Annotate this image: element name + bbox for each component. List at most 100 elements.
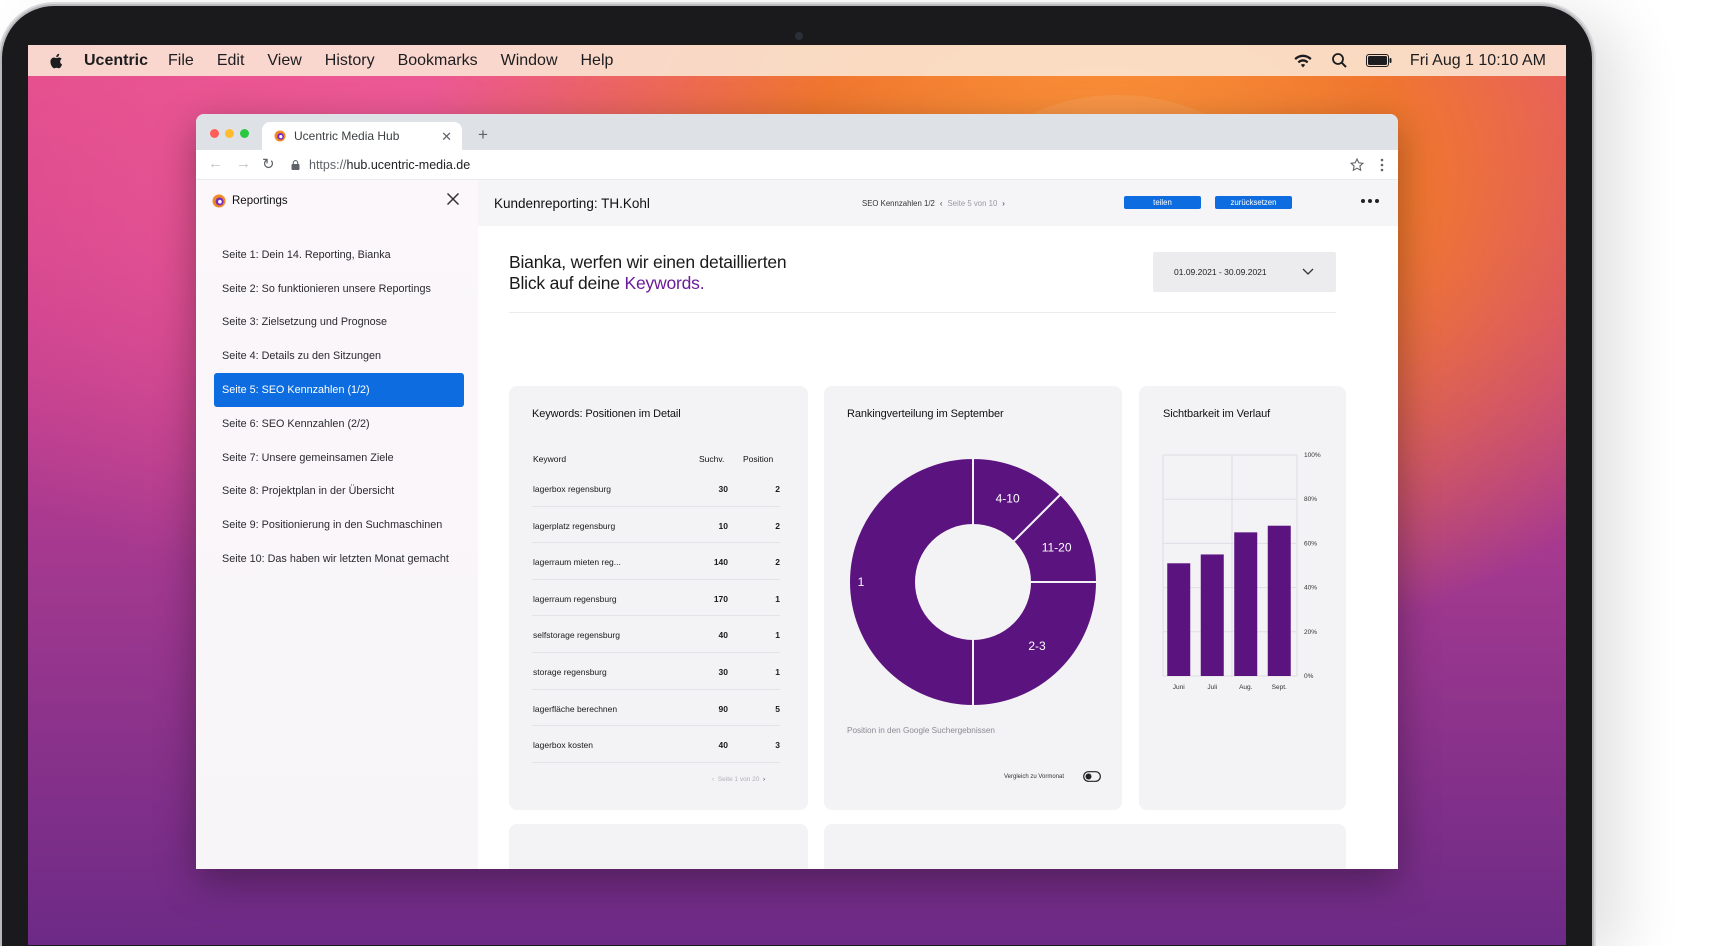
position-cell: 1 <box>775 593 780 604</box>
divider <box>509 312 1336 313</box>
position-cell: 2 <box>775 520 780 531</box>
address-bar[interactable]: https:// hub.ucentric-media.de <box>291 155 470 175</box>
menu-history[interactable]: History <box>325 52 375 70</box>
sidebar-item-8[interactable]: Seite 8: Projektplan in der Übersicht <box>214 475 464 509</box>
next-page-icon[interactable]: › <box>1002 199 1005 208</box>
sidebar: Reportings Seite 1: Dein 14. Reporting, … <box>196 180 478 869</box>
date-range-select[interactable]: 01.09.2021 - 30.09.2021 <box>1153 252 1336 292</box>
sidebar-item-5[interactable]: Seite 5: SEO Kennzahlen (1/2) <box>214 373 464 407</box>
favicon-icon <box>274 130 286 142</box>
sidebar-item-10[interactable]: Seite 10: Das haben wir letzten Monat ge… <box>214 542 464 576</box>
browser-tab[interactable]: Ucentric Media Hub ✕ <box>262 122 462 150</box>
back-icon[interactable]: ← <box>208 155 223 172</box>
menu-help[interactable]: Help <box>581 52 614 70</box>
keyword-cell: lagerfläche berechnen <box>533 703 618 714</box>
sidebar-item-1[interactable]: Seite 1: Dein 14. Reporting, Bianka <box>214 238 464 272</box>
page-navigator: SEO Kennzahlen 1/2 ‹ Seite 5 von 10 › <box>862 199 1005 208</box>
bar-Juni[interactable] <box>1167 563 1191 676</box>
menu-bookmarks[interactable]: Bookmarks <box>398 52 478 70</box>
position-cell: 3 <box>775 740 780 751</box>
donut-label-2: 11-20 <box>1042 540 1072 554</box>
kw-prev-icon[interactable]: ‹ <box>712 776 714 783</box>
keyword-cell: lagerraum regensburg <box>533 593 617 604</box>
keyword-cell: lagerplatz regensburg <box>533 520 616 531</box>
table-row[interactable]: selfstorage regensburg 40 1 <box>532 616 780 653</box>
sidebar-item-9[interactable]: Seite 9: Positionierung in den Suchmasch… <box>214 508 464 542</box>
compare-toggle-label: Vergleich zu Vormonat <box>1004 774 1065 780</box>
share-button[interactable]: teilen <box>1124 196 1201 209</box>
y-tick-label: 20% <box>1304 629 1317 636</box>
window-controls <box>210 129 249 138</box>
volume-cell: 40 <box>718 740 728 751</box>
reset-button[interactable]: zurücksetzen <box>1215 196 1292 209</box>
camera <box>795 32 803 40</box>
sidebar-item-6[interactable]: Seite 6: SEO Kennzahlen (2/2) <box>214 407 464 441</box>
keyword-cell: selfstorage regensburg <box>533 630 620 641</box>
keyword-cell: lagerbox kosten <box>533 740 594 751</box>
menu-file[interactable]: File <box>168 52 194 70</box>
table-row[interactable]: lagerraum mieten reg... 140 2 <box>532 543 780 580</box>
bar-Aug.[interactable] <box>1234 532 1258 676</box>
kw-next-icon[interactable]: › <box>763 776 765 783</box>
menu-app-name[interactable]: Ucentric <box>84 52 148 70</box>
table-row[interactable]: lagerbox regensburg 30 2 <box>532 470 780 507</box>
y-tick-label: 60% <box>1304 540 1317 547</box>
menu-clock[interactable]: Fri Aug 1 10:10 AM <box>1410 52 1546 70</box>
search-icon[interactable] <box>1331 52 1348 69</box>
url-host: hub.ucentric-media.de <box>346 158 471 172</box>
page-info: Seite 5 von 10 <box>947 199 998 208</box>
sidebar-item-4[interactable]: Seite 4: Details zu den Sitzungen <box>214 339 464 373</box>
table-row[interactable]: storage regensburg 30 1 <box>532 653 780 690</box>
close-window-button[interactable] <box>210 129 219 138</box>
donut-label-4: 1 <box>858 575 865 589</box>
menu-bar: Ucentric File Edit View History Bookmark… <box>28 45 1566 76</box>
prev-page-icon[interactable]: ‹ <box>940 199 943 208</box>
main-content: Kundenreporting: TH.Kohl SEO Kennzahlen … <box>478 180 1398 869</box>
sidebar-close-icon[interactable] <box>446 192 460 206</box>
visibility-bar-chart: 100% 80% 60% 40% 20% 0% Juni Juli Aug. Sept. <box>1162 452 1321 691</box>
minimize-window-button[interactable] <box>225 129 234 138</box>
compare-toggle[interactable] <box>1083 771 1101 782</box>
chevron-down-icon <box>1302 268 1314 275</box>
maximize-window-button[interactable] <box>240 129 249 138</box>
placeholder-card-1 <box>509 824 808 869</box>
bar-Juli[interactable] <box>1200 554 1224 676</box>
x-tick-label: Sept. <box>1272 684 1287 691</box>
sidebar-nav: Seite 1: Dein 14. Reporting, Bianka Seite… <box>214 238 464 576</box>
reload-icon[interactable]: ↻ <box>262 155 275 173</box>
keywords-card: Keywords: Positionen im Detail Keyword S… <box>509 386 808 810</box>
more-options-icon[interactable] <box>1361 199 1379 203</box>
volume-cell: 10 <box>718 520 728 531</box>
sidebar-item-7[interactable]: Seite 7: Unsere gemeinsamen Ziele <box>214 441 464 475</box>
table-row[interactable]: lagerplatz regensburg 10 2 <box>532 507 780 544</box>
bar-Sept.[interactable] <box>1267 525 1291 676</box>
menu-window[interactable]: Window <box>501 52 558 70</box>
table-row[interactable]: lagerfläche berechnen 90 5 <box>532 690 780 727</box>
volume-cell: 140 <box>713 557 728 568</box>
browser-menu-icon[interactable] <box>1380 158 1384 172</box>
apple-icon[interactable] <box>48 52 66 70</box>
volume-cell: 30 <box>718 484 728 494</box>
new-tab-icon[interactable]: + <box>478 125 488 145</box>
position-cell: 1 <box>775 630 780 641</box>
battery-icon[interactable] <box>1365 54 1392 67</box>
bookmark-star-icon[interactable] <box>1350 158 1364 172</box>
date-range-value: 01.09.2021 - 30.09.2021 <box>1174 267 1267 277</box>
forward-icon[interactable]: → <box>236 155 251 172</box>
ranking-card: Rankingverteilung im September 4-10 11-20… <box>824 386 1122 810</box>
sidebar-item-3[interactable]: Seite 3: Zielsetzung und Prognose <box>214 306 464 340</box>
volume-cell: 90 <box>718 703 728 714</box>
keyword-cell: lagerraum mieten reg... <box>533 557 621 568</box>
wifi-icon[interactable] <box>1293 53 1313 69</box>
table-row[interactable]: lagerraum regensburg 170 1 <box>532 580 780 617</box>
table-row[interactable]: lagerbox kosten 40 3 <box>532 726 780 763</box>
keyword-cell: storage regensburg <box>533 667 607 677</box>
placeholder-card-2 <box>824 824 1346 869</box>
report-title: Kundenreporting: TH.Kohl <box>494 196 650 211</box>
donut-label-3: 2-3 <box>1028 639 1046 653</box>
tab-close-icon[interactable]: ✕ <box>441 129 452 145</box>
menu-view[interactable]: View <box>267 52 301 70</box>
sidebar-title: Reportings <box>232 195 288 207</box>
menu-edit[interactable]: Edit <box>217 52 245 70</box>
sidebar-item-2[interactable]: Seite 2: So funktionieren unsere Reporti… <box>214 272 464 306</box>
